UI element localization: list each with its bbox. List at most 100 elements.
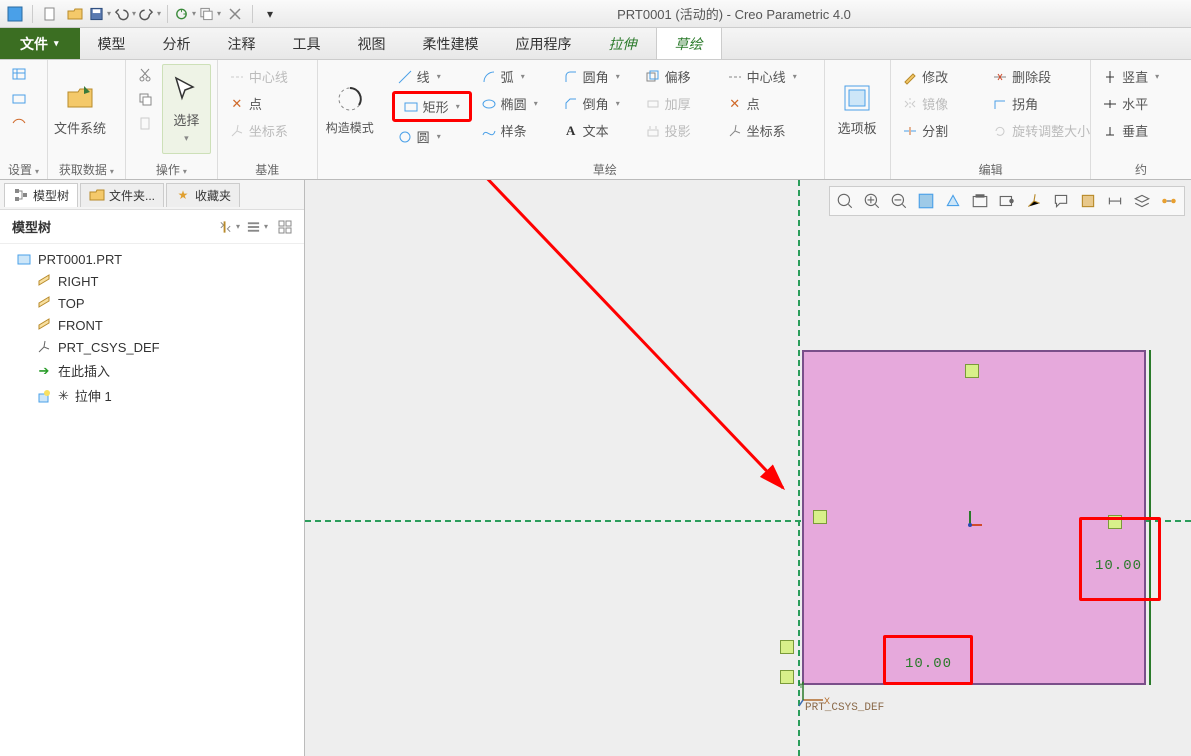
repaint-icon[interactable] [913,189,939,213]
tab-app[interactable]: 应用程序 [498,28,591,59]
circle-button[interactable]: 圆 [392,124,472,149]
group-label-settings[interactable]: 设置 [0,159,47,179]
tree-extrude-1[interactable]: ✳拉伸 1 [6,383,298,408]
file-system-button[interactable]: 文件系统 [54,64,106,154]
tree-csys[interactable]: PRT_CSYS_DEF [6,336,298,358]
constraint-coincident[interactable] [780,670,794,684]
dimension-display-icon[interactable] [1102,189,1128,213]
refit-icon[interactable] [832,189,858,213]
zoom-in-icon[interactable] [859,189,885,213]
centerline2-button[interactable]: 中心线 [722,64,808,89]
windows-icon[interactable] [199,3,221,25]
offset-button[interactable]: 偏移 [640,64,718,89]
tab-sketch[interactable]: 草绘 [656,28,722,59]
tree-plane-top[interactable]: TOP [6,292,298,314]
setup-section-icon[interactable] [6,112,32,134]
zoom-out-icon[interactable] [886,189,912,213]
perpendicular-constraint-button[interactable]: 垂直 [1097,118,1164,143]
open-icon[interactable] [64,3,86,25]
browser-tab-model-tree[interactable]: 模型树 [4,183,78,207]
tree-plane-right[interactable]: RIGHT [6,270,298,292]
paste-icon [132,112,158,134]
setup-ref-icon[interactable] [6,88,32,110]
file-system-label: 文件系统 [54,118,106,137]
select-label: 选择 [173,110,199,129]
annotation-display-icon[interactable] [1048,189,1074,213]
browser-tab-favorites[interactable]: ★收藏夹 [166,183,240,207]
delete-segment-button[interactable]: 删除段 [987,64,1095,89]
graphics-canvas[interactable]: 10.00 10.00 XY PRT_CSYS_DEF [305,180,1191,756]
tab-file[interactable]: 文件 [0,28,80,59]
annotation-box-width [883,635,973,685]
line-button[interactable]: 线 [392,64,472,89]
group-label-sketch: 草绘 [386,159,825,179]
copy-icon[interactable] [132,88,158,110]
spin-center-icon[interactable] [1075,189,1101,213]
group-label-operate[interactable]: 操作 [126,159,217,179]
save-icon[interactable] [89,3,111,25]
sketch-origin-icon [960,505,990,538]
horizontal-constraint-button[interactable]: 水平 [1097,91,1164,116]
navigator-panel: 模型树 文件夹... ★收藏夹 模型树 PRT0001.PRT RIGHT TO… [0,180,305,756]
chamfer-button[interactable]: 倒角 [558,91,636,116]
constraint-horizontal-top[interactable] [965,364,979,378]
saved-views-icon[interactable] [967,189,993,213]
ribbon: 设置 文件系统 获取数据 选择 ▾ 操作 [0,60,1191,180]
app-menu-icon[interactable] [4,3,26,25]
close-window-icon[interactable] [224,3,246,25]
csys-button: 坐标系 [224,118,293,143]
group-label-edit: 编辑 [891,159,1090,179]
ellipse-button[interactable]: 椭圆 [476,91,554,116]
text-button[interactable]: A文本 [558,118,636,143]
construct-mode-button[interactable]: 构造模式 [324,64,376,154]
browser-tabs: 模型树 文件夹... ★收藏夹 [0,180,304,210]
tree-insert-here[interactable]: ➔在此插入 [6,358,298,383]
modify-button[interactable]: 修改 [897,64,983,89]
tab-view[interactable]: 视图 [340,28,405,59]
select-button[interactable]: 选择 ▾ [162,64,211,154]
cut-icon[interactable] [132,64,158,86]
arc-button[interactable]: 弧 [476,64,554,89]
vertical-reference-line [798,180,800,756]
tab-analysis[interactable]: 分析 [145,28,210,59]
fillet-button[interactable]: 圆角 [558,64,636,89]
tree-settings-icon[interactable] [246,216,268,238]
tab-annotation[interactable]: 注释 [210,28,275,59]
regen-icon[interactable] [174,3,196,25]
perspective-icon[interactable] [994,189,1020,213]
point2-button[interactable]: ✕点 [722,91,808,116]
constraint-coincident-2[interactable] [780,640,794,654]
tree-title: 模型树 [8,217,55,236]
tab-flex[interactable]: 柔性建模 [405,28,498,59]
point-button[interactable]: ✕点 [224,91,293,116]
spline-button[interactable]: 样条 [476,118,554,143]
undo-icon[interactable] [114,3,136,25]
datum-display-icon[interactable] [1021,189,1047,213]
group-label-getdata[interactable]: 获取数据 [48,159,125,179]
csys2-button[interactable]: 坐标系 [722,118,808,143]
qat-dropdown-icon[interactable]: ▾ [259,3,281,25]
split-button[interactable]: 分割 [897,118,983,143]
rectangle-button[interactable]: 矩形 [392,91,472,122]
tree-plane-front[interactable]: FRONT [6,314,298,336]
tab-extrude[interactable]: 拉伸 [591,28,656,59]
browser-tab-folders[interactable]: 文件夹... [80,183,164,207]
constraint-vertical-left[interactable] [813,510,827,524]
ribbon-tabs: 文件 模型 分析 注释 工具 视图 柔性建模 应用程序 拉伸 草绘 [0,28,1191,60]
palette-button[interactable]: 选项板 [831,64,883,154]
layers-icon[interactable] [1129,189,1155,213]
tab-tools[interactable]: 工具 [275,28,340,59]
tree-root[interactable]: PRT0001.PRT [6,248,298,270]
palette-label: 选项板 [838,118,877,137]
sketch-view-icon[interactable] [1156,189,1182,213]
redo-icon[interactable] [139,3,161,25]
new-icon[interactable] [39,3,61,25]
setup-grid-icon[interactable] [6,64,32,86]
csys-label: PRT_CSYS_DEF [805,702,884,714]
vertical-constraint-button[interactable]: 竖直 [1097,64,1164,89]
tab-model[interactable]: 模型 [80,28,145,59]
corner-button[interactable]: 拐角 [987,91,1095,116]
shade-icon[interactable] [940,189,966,213]
tree-tools-icon[interactable] [218,216,240,238]
tree-show-icon[interactable] [274,216,296,238]
